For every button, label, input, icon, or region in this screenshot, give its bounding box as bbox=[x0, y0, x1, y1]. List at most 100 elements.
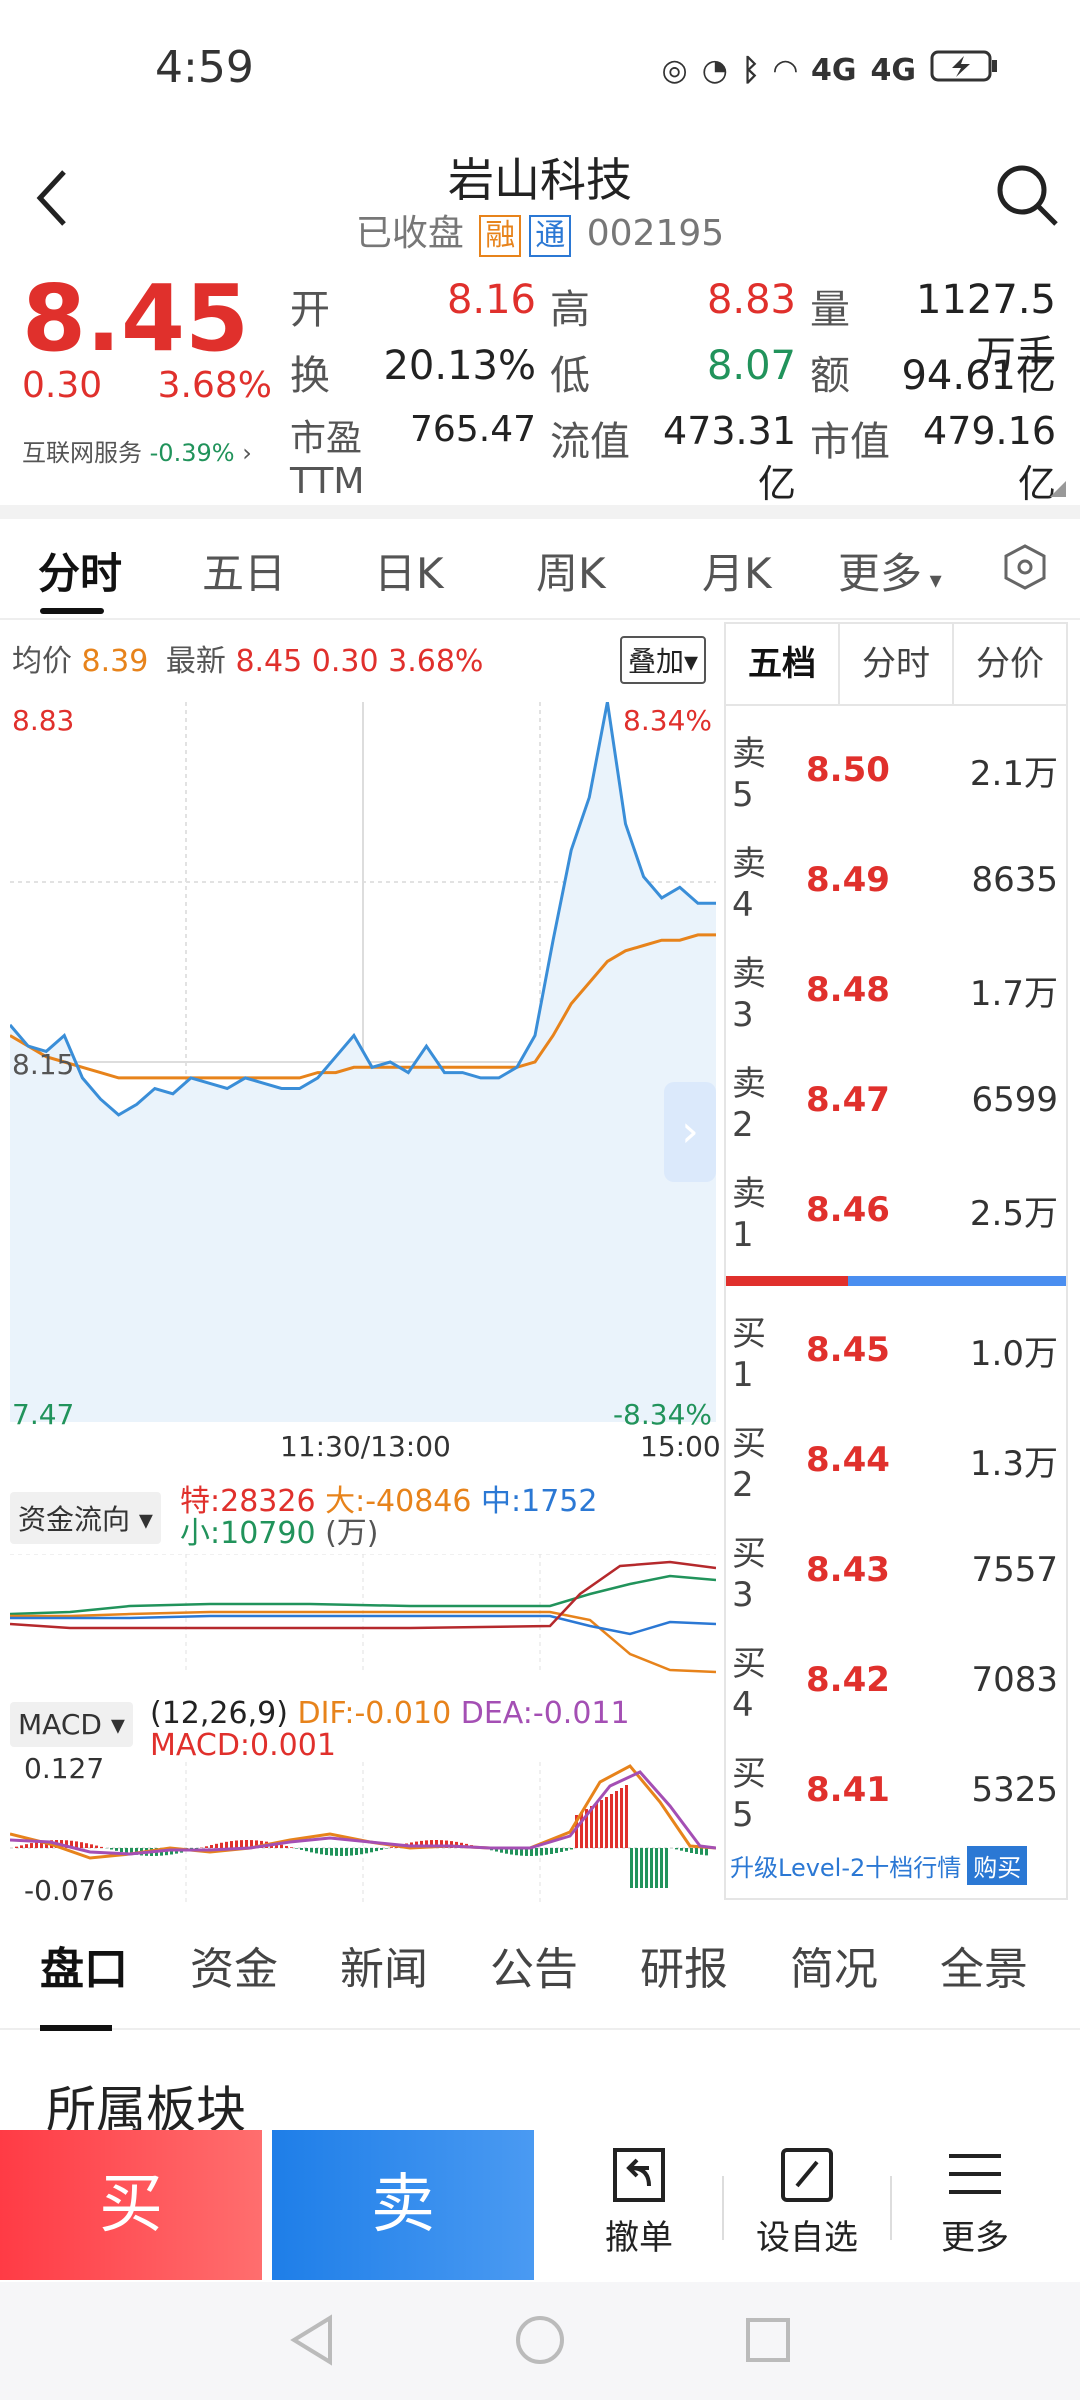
tab-handicap[interactable]: 盘口 bbox=[40, 1933, 128, 1997]
purchase-badge[interactable]: 购买 bbox=[967, 1846, 1028, 1885]
pct-axis-bottom: -8.34% bbox=[612, 1398, 712, 1431]
level-volume: 7083 bbox=[971, 1660, 1058, 1700]
level-volume: 1.3万 bbox=[969, 1443, 1058, 1484]
connect-tag: 通 bbox=[529, 215, 572, 257]
tab-price-volume[interactable]: 分价 bbox=[954, 624, 1066, 704]
margin-tag: 融 bbox=[479, 215, 522, 257]
macd-bar bbox=[545, 1848, 548, 1855]
sector-link[interactable]: 互联网服务 -0.39% › bbox=[22, 433, 252, 468]
macd-bar bbox=[640, 1848, 643, 1888]
chart-tabs: 分时 五日 日K 周K 月K 更多 ▾ bbox=[0, 520, 1080, 620]
macd-bar bbox=[110, 1848, 113, 1850]
macd-bar bbox=[625, 1785, 628, 1848]
macd-selector[interactable]: MACD ▾ bbox=[10, 1702, 133, 1747]
macd-bar bbox=[80, 1842, 83, 1848]
macd-bar bbox=[375, 1848, 378, 1852]
price-chart[interactable] bbox=[10, 702, 716, 1422]
expand-panel-button[interactable]: › bbox=[664, 1082, 716, 1182]
fund-flow-chart bbox=[10, 1554, 716, 1674]
tab-capital[interactable]: 资金 bbox=[190, 1933, 278, 1997]
add-watchlist-button[interactable]: 设自选 bbox=[732, 2144, 882, 2259]
small-flow: 小:10790 bbox=[180, 1516, 316, 1551]
system-nav-bar bbox=[0, 2282, 1080, 2400]
fund-flow-selector[interactable]: 资金流向 ▾ bbox=[10, 1492, 161, 1544]
macd-bar bbox=[595, 1803, 598, 1848]
field-value: 20.13% bbox=[383, 343, 536, 389]
sector-percent: -0.39% bbox=[149, 439, 235, 467]
tab-research[interactable]: 研报 bbox=[640, 1933, 728, 1997]
level-volume: 5325 bbox=[971, 1770, 1058, 1810]
y-axis-mid: 8.15 bbox=[12, 1048, 75, 1081]
medium-flow: 中:1752 bbox=[481, 1484, 598, 1519]
tab-daily-k[interactable]: 日K bbox=[374, 540, 444, 601]
sell-ratio bbox=[726, 1276, 849, 1286]
tab-five-day[interactable]: 五日 bbox=[202, 540, 286, 601]
search-button[interactable] bbox=[992, 160, 1062, 230]
tab-more[interactable]: 更多 ▾ bbox=[838, 540, 942, 601]
tab-weekly-k[interactable]: 周K bbox=[536, 540, 606, 601]
level-label: 买5 bbox=[732, 1753, 766, 1835]
level-label: 卖2 bbox=[732, 1063, 766, 1145]
macd-bar bbox=[305, 1848, 308, 1852]
macd-chart bbox=[10, 1762, 716, 1902]
tab-underline bbox=[40, 2025, 112, 2031]
sell-level-2: 卖2 8.47 6599 bbox=[726, 1064, 1066, 1145]
speed-icon: ◔ bbox=[701, 52, 728, 88]
time-axis-mid: 11:30/13:00 bbox=[280, 1430, 451, 1463]
level-volume: 7557 bbox=[971, 1550, 1058, 1590]
overlay-button[interactable]: 叠加▾ bbox=[620, 636, 707, 684]
macd-bar bbox=[340, 1848, 343, 1856]
level-label: 买4 bbox=[732, 1643, 766, 1725]
bluetooth-icon: ᛒ bbox=[741, 52, 760, 88]
tab-panorama[interactable]: 全景 bbox=[940, 1933, 1028, 1997]
nav-home-button[interactable] bbox=[510, 2310, 570, 2374]
macd-bar bbox=[230, 1841, 233, 1848]
tab-profile[interactable]: 简况 bbox=[790, 1933, 878, 1997]
level-price: 8.46 bbox=[806, 1190, 890, 1230]
buy-level-1: 买1 8.45 1.0万 bbox=[726, 1314, 1066, 1395]
level-label: 卖5 bbox=[732, 733, 766, 815]
macd-bar bbox=[565, 1848, 568, 1851]
divider bbox=[0, 505, 1080, 519]
buy-level-2: 买2 8.44 1.3万 bbox=[726, 1424, 1066, 1505]
macd-bar bbox=[355, 1848, 358, 1856]
undo-document-icon bbox=[613, 2148, 665, 2202]
tab-announcements[interactable]: 公告 bbox=[490, 1933, 578, 1997]
macd-histogram bbox=[15, 1785, 708, 1888]
cancel-order-button[interactable]: 撤单 bbox=[564, 2144, 714, 2259]
field-label: 市值 bbox=[810, 419, 890, 465]
chevron-right-icon: › bbox=[681, 1106, 699, 1157]
tab-monthly-k[interactable]: 月K bbox=[702, 540, 772, 601]
tab-intraday[interactable]: 分时 bbox=[38, 540, 122, 601]
more-label: 更多 bbox=[941, 2218, 1009, 2258]
macd-bar bbox=[225, 1841, 228, 1848]
tab-news[interactable]: 新闻 bbox=[340, 1933, 428, 1997]
nav-recents-button[interactable] bbox=[738, 2310, 798, 2374]
sell-button[interactable]: 卖 bbox=[272, 2130, 534, 2280]
buy-button[interactable]: 买 bbox=[0, 2130, 262, 2280]
level2-upgrade-link[interactable]: 升级Level-2十档行情 购买 bbox=[730, 1846, 1028, 1885]
price-change: 0.30 3.68% bbox=[22, 365, 272, 406]
level-price: 8.45 bbox=[806, 1330, 890, 1370]
macd-bar bbox=[550, 1848, 553, 1855]
level-label: 卖1 bbox=[732, 1173, 766, 1255]
data-saver-icon: ◎ bbox=[661, 52, 688, 88]
search-icon bbox=[997, 165, 1058, 226]
status-icons: ◎ ◔ ᛒ ◠ 4G 4G bbox=[662, 48, 1000, 92]
more-button[interactable]: 更多 bbox=[900, 2144, 1050, 2259]
tab-five-levels[interactable]: 五档 bbox=[726, 624, 840, 704]
level-volume: 6599 bbox=[971, 1080, 1058, 1120]
watch-label: 设自选 bbox=[756, 2218, 858, 2258]
expand-corner-icon[interactable] bbox=[1050, 481, 1066, 497]
level-label: 卖3 bbox=[732, 953, 766, 1035]
settings-button[interactable] bbox=[1000, 542, 1050, 602]
large-flow: 大:-40846 bbox=[325, 1484, 472, 1519]
macd-bar bbox=[700, 1848, 703, 1855]
level-price: 8.50 bbox=[806, 750, 890, 790]
tab-ticks[interactable]: 分时 bbox=[840, 624, 954, 704]
macd-bar bbox=[120, 1848, 123, 1853]
nav-back-button[interactable] bbox=[282, 2310, 342, 2374]
sell-level-3: 卖3 8.48 1.7万 bbox=[726, 954, 1066, 1035]
macd-bar bbox=[560, 1848, 563, 1852]
field-label: 额 bbox=[810, 353, 850, 399]
